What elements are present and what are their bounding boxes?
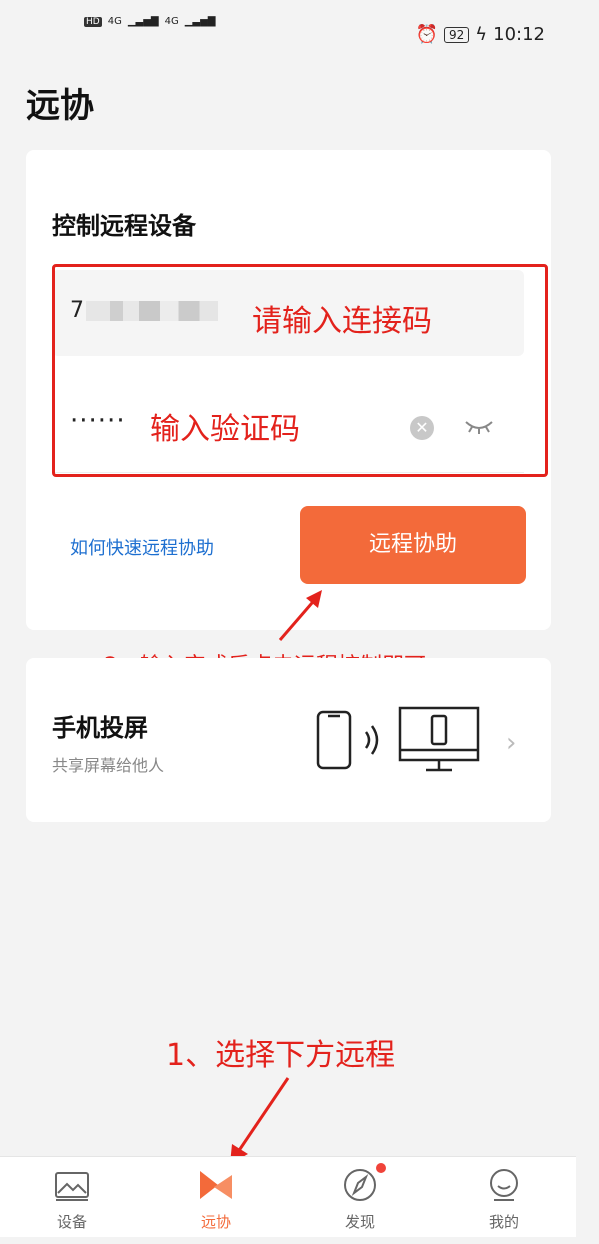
nav-item-devices[interactable]: 设备 [0,1157,144,1237]
nav-item-remote[interactable]: 远协 [144,1157,288,1237]
charging-icon: ϟ [475,24,488,45]
screen-cast-subtitle: 共享屏幕给他人 [52,756,165,775]
screen-cast-card[interactable]: 手机投屏 共享屏幕给他人 › [26,658,551,822]
phone-to-monitor-icon [316,706,480,772]
alarm-icon: ⏰ [415,24,438,45]
profile-icon [490,1169,518,1201]
signal-indicators: HD 4G ▁▃▅▇ 4G ▁▃▅▇ [84,16,215,27]
notification-dot [374,1161,388,1175]
nav-item-discover[interactable]: 发现 [288,1157,432,1237]
remote-assist-icon [200,1171,232,1199]
signal-icon: ▁▃▅▇ [127,16,159,27]
remote-control-title: 控制远程设备 [52,212,196,240]
compass-icon [344,1169,376,1201]
status-bar: HD 4G ▁▃▅▇ 4G ▁▃▅▇ ⏰ 92 ϟ 10:12 [0,0,599,70]
arrow-annotation [278,590,322,641]
status-right: ⏰ 92 ϟ 10:12 [416,24,545,45]
verify-hint-annotation: 输入验证码 [150,412,300,447]
nav-label-devices: 设备 [56,1213,87,1231]
nav-item-profile[interactable]: 我的 [432,1157,576,1237]
bottom-nav: 设备 远协 发现 我的 [0,1156,576,1237]
chevron-right-icon: › [506,728,517,758]
arrow-annotation-down [230,1077,290,1164]
hd-badge: HD [84,16,102,27]
code-hint-annotation: 请输入连接码 [252,304,432,339]
screen-cast-title: 手机投屏 [52,714,148,742]
network-4g-label: 4G [107,16,122,27]
picture-icon [55,1172,89,1201]
battery-level: 92 [443,26,470,43]
how-to-remote-link[interactable]: 如何快速远程协助 [70,534,214,560]
network-4g-label-2: 4G [164,16,179,27]
nav-label-profile: 我的 [488,1213,519,1231]
signal-icon-2: ▁▃▅▇ [184,16,216,27]
nav-label-discover: 发现 [344,1213,375,1231]
page-title: 远协 [26,86,94,126]
remote-assist-button[interactable]: 远程协助 [300,506,526,584]
step1-annotation: 1、选择下方远程 [166,1038,396,1073]
nav-label-remote: 远协 [200,1213,231,1231]
clock-time: 10:12 [493,24,545,45]
